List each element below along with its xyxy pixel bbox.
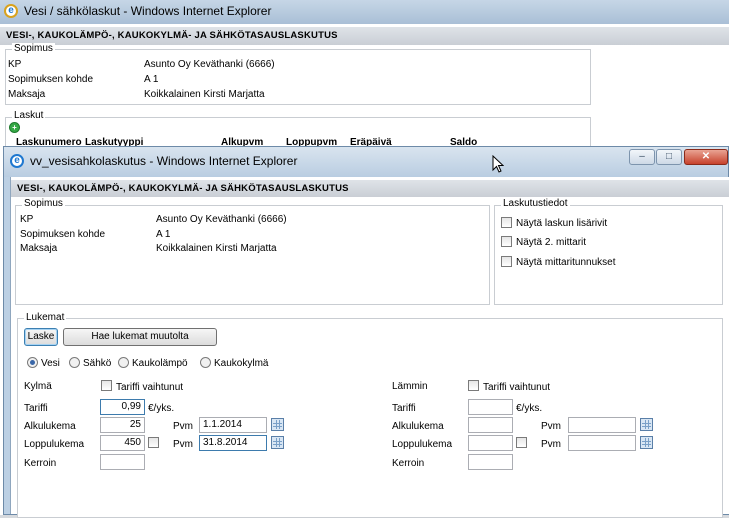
lammin-loppulukema-input[interactable] xyxy=(468,435,513,451)
calendar-icon[interactable] xyxy=(640,418,653,431)
lukemat-legend: Lukemat xyxy=(24,312,67,323)
label-kp: KP xyxy=(20,214,34,225)
kylma-loppu-pvm-input[interactable]: 31.8.2014 xyxy=(199,435,267,451)
lammin-loppulukema-label: Loppulukema xyxy=(392,439,453,450)
nayta-2-mittarit-label[interactable]: Näytä 2. mittarit xyxy=(516,237,586,248)
radio-kaukolampo-label[interactable]: Kaukolämpö xyxy=(132,358,188,369)
lammin-loppulukema-checkbox[interactable] xyxy=(516,437,527,448)
bg-label-maksaja: Maksaja xyxy=(8,89,46,100)
foreground-app-header: VESI-, KAUKOLÄMPÖ-, KAUKOKYLMÄ- JA SÄHKÖ… xyxy=(11,180,729,197)
calendar-icon[interactable] xyxy=(271,436,284,449)
minimize-button[interactable]: – xyxy=(629,149,655,165)
kylma-alku-pvm-label: Pvm xyxy=(173,421,193,432)
nayta-2-mittarit-checkbox[interactable] xyxy=(501,236,512,247)
kylma-alkulukema-input[interactable]: 25 xyxy=(100,417,145,433)
kylma-loppulukema-input[interactable]: 450 xyxy=(100,435,145,451)
foreground-title-bar[interactable]: e vv_vesisahkolaskutus - Windows Interne… xyxy=(4,147,728,177)
bg-value-maksaja: Koikkalainen Kirsti Marjatta xyxy=(144,89,265,100)
radio-kaukokylma[interactable] xyxy=(200,357,211,368)
bg-label-kp: KP xyxy=(8,59,22,70)
bg-value-sopimuksen-kohde: A 1 xyxy=(144,74,159,85)
kylma-tariffi-unit: €/yks. xyxy=(148,403,175,414)
bg-value-kp: Asunto Oy Keväthanki (6666) xyxy=(144,59,275,70)
lammin-kerroin-input[interactable] xyxy=(468,454,513,470)
nayta-mittaritunnukset-checkbox[interactable] xyxy=(501,256,512,267)
lammin-tariffi-vaihtunut-label[interactable]: Tariffi vaihtunut xyxy=(483,382,550,393)
lammin-loppu-pvm-input[interactable] xyxy=(568,435,636,451)
kylma-kerroin-input[interactable] xyxy=(100,454,145,470)
value-kp: Asunto Oy Keväthanki (6666) xyxy=(156,214,287,225)
maximize-button[interactable]: □ xyxy=(656,149,682,165)
label-maksaja: Maksaja xyxy=(20,243,58,254)
lammin-alkulukema-input[interactable] xyxy=(468,417,513,433)
background-sopimus-legend: Sopimus xyxy=(12,43,55,54)
kylma-tariffi-label: Tariffi xyxy=(24,403,48,414)
radio-sahko-label[interactable]: Sähkö xyxy=(83,358,111,369)
internet-explorer-icon: e xyxy=(4,4,18,18)
foreground-window-title: vv_vesisahkolaskutus - Windows Internet … xyxy=(30,154,298,168)
background-laskut-legend: Laskut xyxy=(12,110,46,121)
lammin-alkulukema-label: Alkulukema xyxy=(392,421,444,432)
lammin-tariffi-input[interactable] xyxy=(468,399,513,415)
laskutustiedot-legend: Laskutustiedot xyxy=(501,198,570,209)
foreground-browser-window: e vv_vesisahkolaskutus - Windows Interne… xyxy=(3,146,729,518)
radio-vesi[interactable] xyxy=(27,357,38,368)
kylma-loppu-pvm-label: Pvm xyxy=(173,439,193,450)
kylma-title: Kylmä xyxy=(24,381,52,392)
value-sopimuksen-kohde: A 1 xyxy=(156,229,171,240)
nayta-lisarivit-label[interactable]: Näytä laskun lisärivit xyxy=(516,218,607,229)
foreground-page: VESI-, KAUKOLÄMPÖ-, KAUKOKYLMÄ- JA SÄHKÖ… xyxy=(10,177,729,518)
sopimus-legend: Sopimus xyxy=(22,198,65,209)
radio-sahko[interactable] xyxy=(69,357,80,368)
background-window-title: Vesi / sähkölaskut - Windows Internet Ex… xyxy=(24,4,272,18)
value-maksaja: Koikkalainen Kirsti Marjatta xyxy=(156,243,277,254)
kylma-tariffi-vaihtunut-label[interactable]: Tariffi vaihtunut xyxy=(116,382,183,393)
kylma-loppulukema-label: Loppulukema xyxy=(24,439,85,450)
kylma-kerroin-label: Kerroin xyxy=(24,458,57,469)
radio-kaukolampo[interactable] xyxy=(118,357,129,368)
lammin-kerroin-label: Kerroin xyxy=(392,458,425,469)
calendar-icon[interactable] xyxy=(271,418,284,431)
add-invoice-icon[interactable]: + xyxy=(9,122,20,133)
nayta-mittaritunnukset-label[interactable]: Näytä mittaritunnukset xyxy=(516,257,616,268)
close-button[interactable]: ✕ xyxy=(684,149,728,165)
lammin-tariffi-unit: €/yks. xyxy=(516,403,543,414)
kylma-alku-pvm-input[interactable]: 1.1.2014 xyxy=(199,417,267,433)
bg-label-sopimuksen-kohde: Sopimuksen kohde xyxy=(8,74,94,85)
lammin-alku-pvm-label: Pvm xyxy=(541,421,561,432)
calendar-icon[interactable] xyxy=(640,436,653,449)
internet-explorer-icon: e xyxy=(10,154,24,168)
hae-lukemat-muutolta-button[interactable]: Hae lukemat muutolta xyxy=(63,328,217,346)
label-sopimuksen-kohde: Sopimuksen kohde xyxy=(20,229,106,240)
kylma-tariffi-input[interactable]: 0,99 xyxy=(100,399,145,415)
radio-vesi-label[interactable]: Vesi xyxy=(41,358,60,369)
lammin-alku-pvm-input[interactable] xyxy=(568,417,636,433)
radio-kaukokylma-label[interactable]: Kaukokylmä xyxy=(214,358,268,369)
lammin-loppu-pvm-label: Pvm xyxy=(541,439,561,450)
background-title-bar[interactable]: e Vesi / sähkölaskut - Windows Internet … xyxy=(0,0,729,24)
laske-button[interactable]: Laske xyxy=(24,328,58,346)
kylma-loppulukema-checkbox[interactable] xyxy=(148,437,159,448)
lammin-title: Lämmin xyxy=(392,381,428,392)
lammin-tariffi-label: Tariffi xyxy=(392,403,416,414)
lammin-tariffi-vaihtunut-checkbox[interactable] xyxy=(468,380,479,391)
nayta-lisarivit-checkbox[interactable] xyxy=(501,217,512,228)
background-app-header: VESI-, KAUKOLÄMPÖ-, KAUKOKYLMÄ- JA SÄHKÖ… xyxy=(0,27,729,45)
mouse-cursor-icon xyxy=(492,155,504,173)
kylma-tariffi-vaihtunut-checkbox[interactable] xyxy=(101,380,112,391)
kylma-alkulukema-label: Alkulukema xyxy=(24,421,76,432)
